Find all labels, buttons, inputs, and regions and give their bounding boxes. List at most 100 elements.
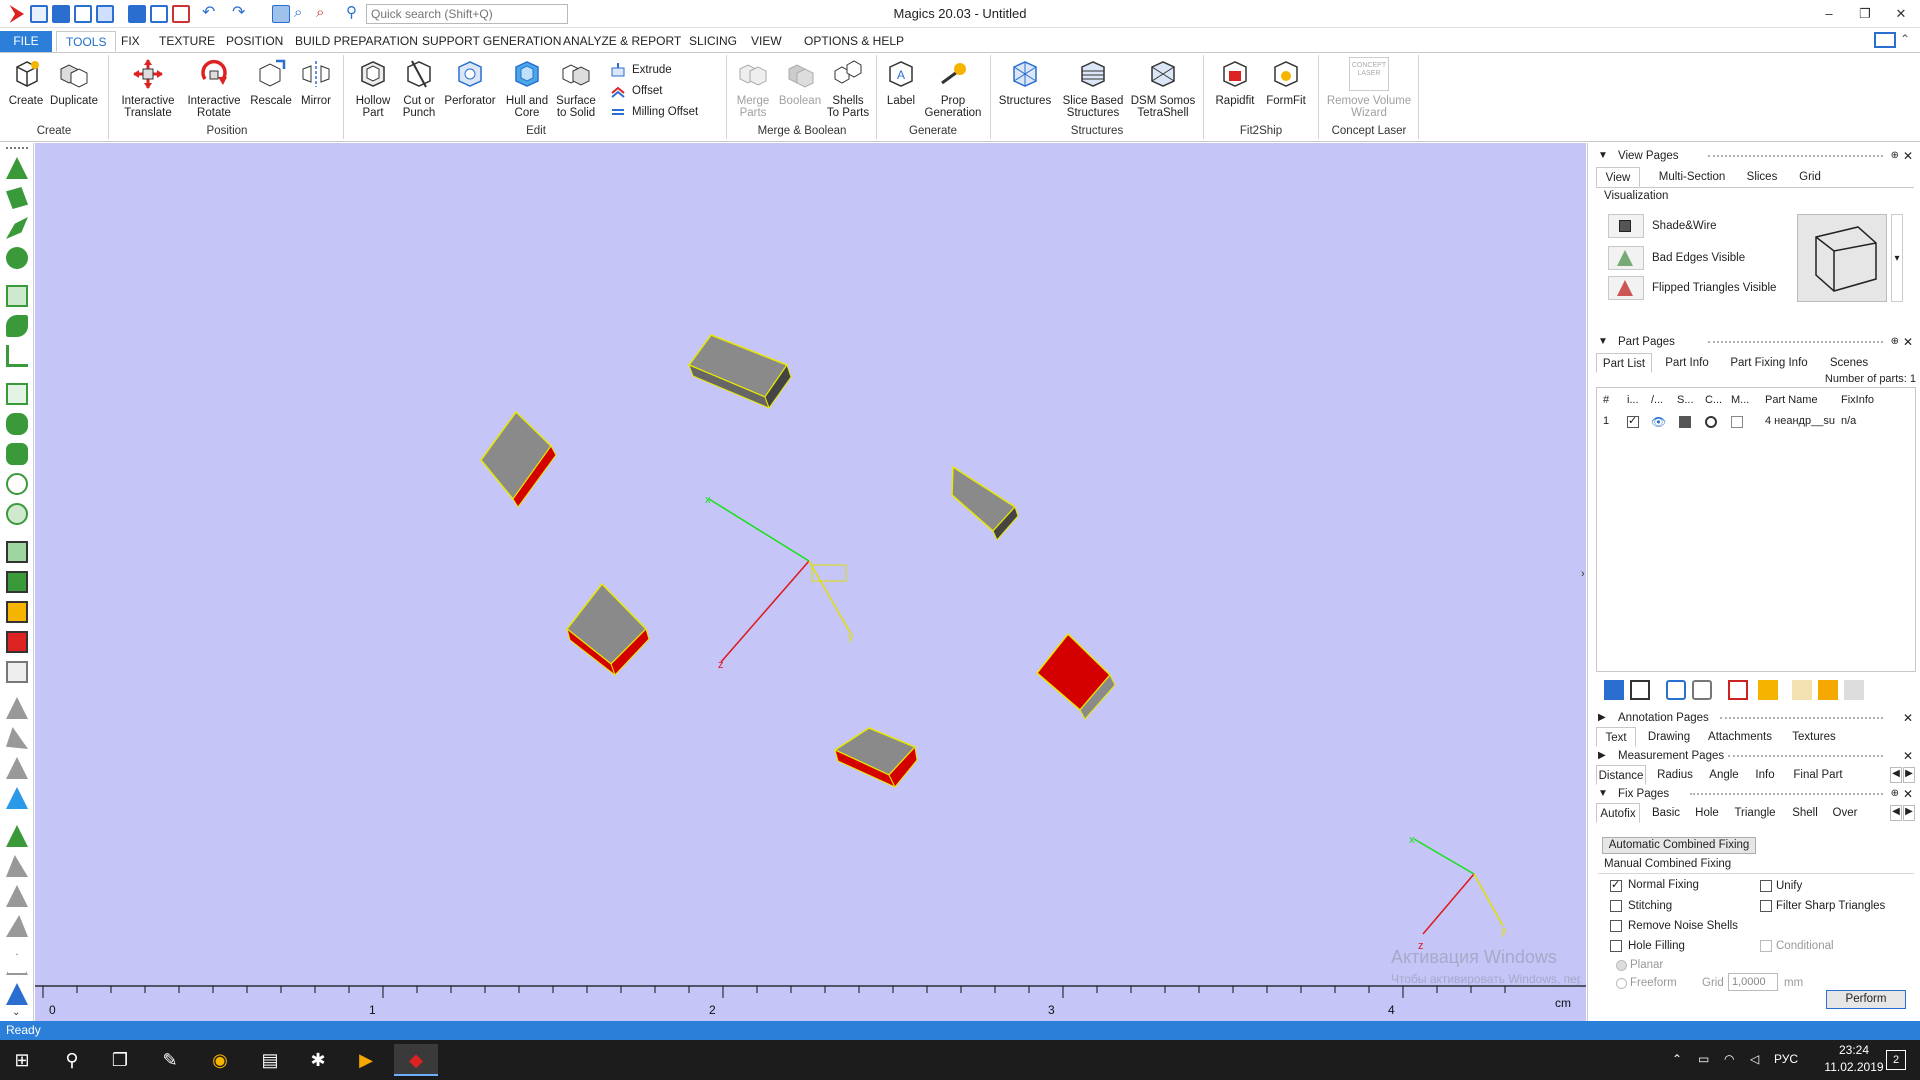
mark-triangle-icon[interactable] bbox=[6, 157, 28, 179]
video-editor-app-icon[interactable]: ▤ bbox=[248, 1044, 292, 1076]
part-box[interactable] bbox=[1035, 632, 1116, 720]
filter-sharp-triangles-checkbox[interactable] bbox=[1760, 900, 1772, 912]
hole-filling-checkbox[interactable] bbox=[1610, 940, 1622, 952]
mark-curve-icon[interactable] bbox=[6, 345, 28, 367]
unmark-triangle-icon[interactable] bbox=[6, 697, 28, 719]
tab-overlap[interactable]: Over bbox=[1830, 803, 1860, 823]
col-shading[interactable]: /... bbox=[1651, 394, 1663, 406]
color-icon[interactable] bbox=[1705, 416, 1717, 428]
mark-brush-icon[interactable] bbox=[6, 413, 28, 435]
mark-outline-icon[interactable] bbox=[6, 953, 28, 975]
task-view-icon[interactable]: ❐ bbox=[98, 1044, 142, 1076]
toolbar-more-icon[interactable]: ⌄ bbox=[12, 1007, 20, 1018]
toolbar-grip[interactable] bbox=[6, 147, 28, 149]
col-fixinfo[interactable]: FixInfo bbox=[1841, 394, 1874, 406]
mark-sphere-icon[interactable] bbox=[6, 503, 28, 525]
chrome-app-icon[interactable]: ◉ bbox=[198, 1044, 242, 1076]
shade-wire-option[interactable]: Shade&Wire bbox=[1608, 213, 1717, 239]
perforator-button[interactable]: Perforator bbox=[440, 57, 500, 107]
invert-marking-icon[interactable] bbox=[6, 787, 28, 809]
tab-scenes[interactable]: Scenes bbox=[1828, 353, 1870, 373]
group-parts-icon[interactable] bbox=[1758, 680, 1778, 700]
table-row[interactable]: 1 👁 4 неандр__su n/a bbox=[1597, 412, 1915, 432]
part-box[interactable] bbox=[833, 727, 918, 789]
panel-splitter-icon[interactable]: › bbox=[1581, 568, 1585, 580]
collapse-ribbon-icon[interactable]: ⌃ bbox=[1900, 32, 1910, 46]
view-cube[interactable] bbox=[1797, 214, 1887, 302]
close-panel-icon[interactable]: ✕ bbox=[1903, 747, 1913, 765]
col-s[interactable]: S... bbox=[1677, 394, 1694, 406]
surface-to-solid-button[interactable]: Surface to Solid bbox=[553, 57, 599, 119]
copy-part-icon[interactable] bbox=[1666, 680, 1686, 700]
flipped-triangles-option[interactable]: Flipped Triangles Visible bbox=[1608, 275, 1776, 301]
tab-part-list[interactable]: Part List bbox=[1596, 353, 1652, 373]
expand-marking-icon[interactable] bbox=[6, 855, 28, 877]
mark-connected-icon[interactable] bbox=[6, 915, 28, 937]
shading-icon[interactable] bbox=[1679, 416, 1691, 428]
mark-shell-icon[interactable] bbox=[6, 247, 28, 269]
tab-distance[interactable]: Distance bbox=[1596, 765, 1646, 785]
mark-window-icon[interactable] bbox=[6, 285, 28, 307]
remove-noise-shells-checkbox[interactable] bbox=[1610, 920, 1622, 932]
tab-build-preparation[interactable]: BUILD PREPARATION bbox=[286, 31, 427, 52]
normal-fixing-checkbox[interactable] bbox=[1610, 878, 1622, 892]
create-button[interactable]: Create bbox=[6, 57, 46, 107]
tab-info[interactable]: Info bbox=[1750, 765, 1780, 785]
magics-app-icon[interactable]: ◆ bbox=[394, 1044, 438, 1076]
mark-lasso-icon[interactable] bbox=[6, 315, 28, 337]
delete-marked-icon[interactable] bbox=[6, 825, 28, 847]
tray-arrow-icon[interactable]: ⌃ bbox=[1672, 1052, 1682, 1066]
col-m[interactable]: M... bbox=[1731, 394, 1749, 406]
tab-slices[interactable]: Slices bbox=[1742, 167, 1782, 187]
tab-slicing[interactable]: SLICING bbox=[680, 31, 746, 52]
col-part-name[interactable]: Part Name bbox=[1765, 394, 1818, 406]
tab-textures[interactable]: Textures bbox=[1784, 727, 1844, 747]
media-player-app-icon[interactable]: ▶ bbox=[344, 1044, 388, 1076]
cut-or-punch-button[interactable]: Cut or Punch bbox=[398, 57, 440, 119]
tab-position[interactable]: POSITION bbox=[217, 31, 292, 52]
part-box[interactable] bbox=[951, 465, 1019, 541]
duplicate-button[interactable]: Duplicate bbox=[48, 57, 100, 107]
structures-button[interactable]: Structures bbox=[997, 57, 1053, 107]
mark-error-icon[interactable] bbox=[6, 631, 28, 653]
mark-surface-icon[interactable] bbox=[6, 217, 28, 239]
row-visible-checkbox[interactable] bbox=[1627, 414, 1639, 428]
mark-all-icon[interactable] bbox=[6, 571, 28, 593]
tab-attachments[interactable]: Attachments bbox=[1704, 727, 1776, 747]
tab-triangle[interactable]: Triangle bbox=[1730, 803, 1780, 823]
tab-text[interactable]: Text bbox=[1596, 727, 1636, 747]
close-panel-icon[interactable]: ✕ bbox=[1903, 709, 1913, 727]
merge-parts-button[interactable]: Merge Parts bbox=[731, 57, 775, 119]
language-indicator[interactable]: РУС bbox=[1774, 1052, 1798, 1066]
part-list-table[interactable]: # i... /... S... C... M... Part Name Fix… bbox=[1596, 387, 1916, 672]
remove-volume-wizard-button[interactable]: CONCEPT LASER Remove Volume Wizard bbox=[1324, 57, 1414, 119]
paste-part-icon[interactable] bbox=[1692, 680, 1712, 700]
part-box[interactable] bbox=[687, 334, 792, 410]
pin-icon[interactable]: ⊕ bbox=[1891, 785, 1899, 803]
tab-angle[interactable]: Angle bbox=[1704, 765, 1744, 785]
search-icon[interactable]: ⚲ bbox=[50, 1044, 94, 1076]
clock-date[interactable]: 11.02.2019 bbox=[1818, 1060, 1890, 1074]
part-box[interactable] bbox=[480, 410, 557, 508]
annotation-pages-header[interactable]: ▶ Annotation Pages ✕ bbox=[1588, 709, 1920, 727]
tab-options-help[interactable]: OPTIONS & HELP bbox=[795, 31, 913, 52]
formfit-button[interactable]: FormFit bbox=[1262, 57, 1310, 107]
mark-part-icon[interactable] bbox=[6, 541, 28, 563]
tab-file[interactable]: FILE bbox=[0, 31, 52, 52]
pin-icon[interactable]: ⊕ bbox=[1891, 333, 1899, 351]
start-icon[interactable]: ⊞ bbox=[0, 1044, 44, 1076]
boolean-button[interactable]: Boolean bbox=[776, 57, 824, 107]
hollow-part-button[interactable]: Hollow Part bbox=[350, 57, 396, 119]
network-icon[interactable]: ◠ bbox=[1724, 1052, 1734, 1066]
tab-multi-section[interactable]: Multi-Section bbox=[1654, 167, 1730, 187]
milling-offset-button[interactable]: Milling Offset bbox=[610, 103, 698, 121]
shells-to-parts-button[interactable]: Shells To Parts bbox=[825, 57, 871, 119]
col-num[interactable]: # bbox=[1603, 394, 1609, 406]
tab-analyze-report[interactable]: ANALYZE & REPORT bbox=[554, 31, 690, 52]
minimize-icon[interactable]: – bbox=[1814, 4, 1844, 24]
tab-scroll-left-icon[interactable]: ◀ bbox=[1890, 805, 1902, 821]
prop-generation-button[interactable]: Prop Generation bbox=[922, 57, 984, 119]
layers-icon[interactable] bbox=[1844, 680, 1864, 700]
part-pages-header[interactable]: ▼ Part Pages ⊕ ✕ bbox=[1588, 333, 1920, 351]
tab-drawing[interactable]: Drawing bbox=[1644, 727, 1694, 747]
